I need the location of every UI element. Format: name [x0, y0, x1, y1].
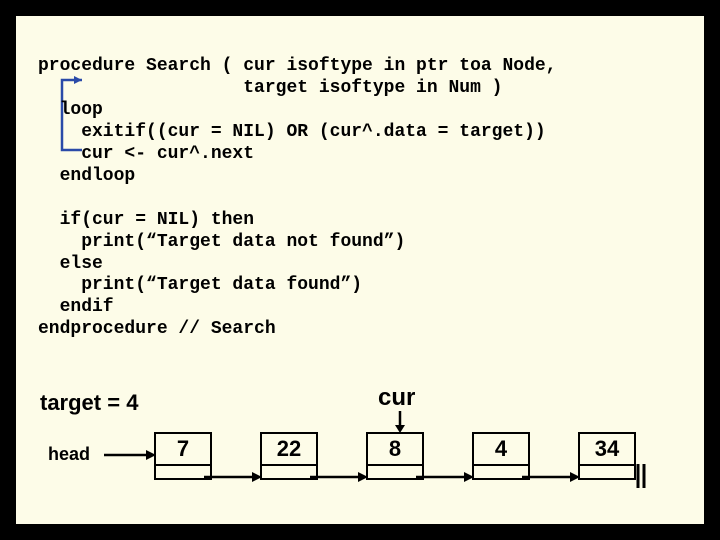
slide-frame: procedure Search ( cur isoftype in ptr t… — [13, 13, 707, 527]
code-line: if(cur = NIL) then — [38, 210, 254, 230]
node-pointer — [474, 464, 528, 478]
next-arrow-icon — [522, 470, 582, 489]
code-line: target isoftype in Num ) — [38, 78, 502, 98]
head-label: head — [48, 444, 90, 465]
code-line: print(“Target data not found”) — [38, 232, 405, 252]
node-value: 4 — [474, 434, 528, 464]
list-node: 7 — [154, 432, 212, 480]
null-terminator-icon — [634, 464, 648, 493]
cur-label: cur — [378, 384, 415, 412]
node-pointer — [580, 464, 634, 478]
code-block: procedure Search ( cur isoftype in ptr t… — [38, 34, 682, 341]
code-line: cur <- cur^.next — [38, 144, 254, 164]
list-node: 34 — [578, 432, 636, 480]
code-line: loop — [38, 100, 103, 120]
code-line: endif — [38, 297, 114, 317]
code-line: print(“Target data found”) — [38, 275, 362, 295]
target-label: target = 4 — [40, 390, 138, 416]
node-pointer — [262, 464, 316, 478]
code-line: endprocedure // Search — [38, 319, 276, 339]
code-line: else — [38, 254, 103, 274]
code-line: endloop — [38, 166, 135, 186]
list-node: 4 — [472, 432, 530, 480]
head-arrow-icon — [104, 448, 158, 467]
code-line: exitif((cur = NIL) OR (cur^.data = targe… — [38, 122, 546, 142]
node-value: 8 — [368, 434, 422, 464]
node-pointer — [156, 464, 210, 478]
code-line: procedure Search ( cur isoftype in ptr t… — [38, 56, 556, 76]
node-value: 7 — [156, 434, 210, 464]
next-arrow-icon — [204, 470, 264, 489]
linked-list: 7 22 8 4 34 — [154, 432, 636, 480]
list-node: 8 — [366, 432, 424, 480]
next-arrow-icon — [310, 470, 370, 489]
list-node: 22 — [260, 432, 318, 480]
node-pointer — [368, 464, 422, 478]
node-value: 22 — [262, 434, 316, 464]
next-arrow-icon — [416, 470, 476, 489]
node-value: 34 — [580, 434, 634, 464]
